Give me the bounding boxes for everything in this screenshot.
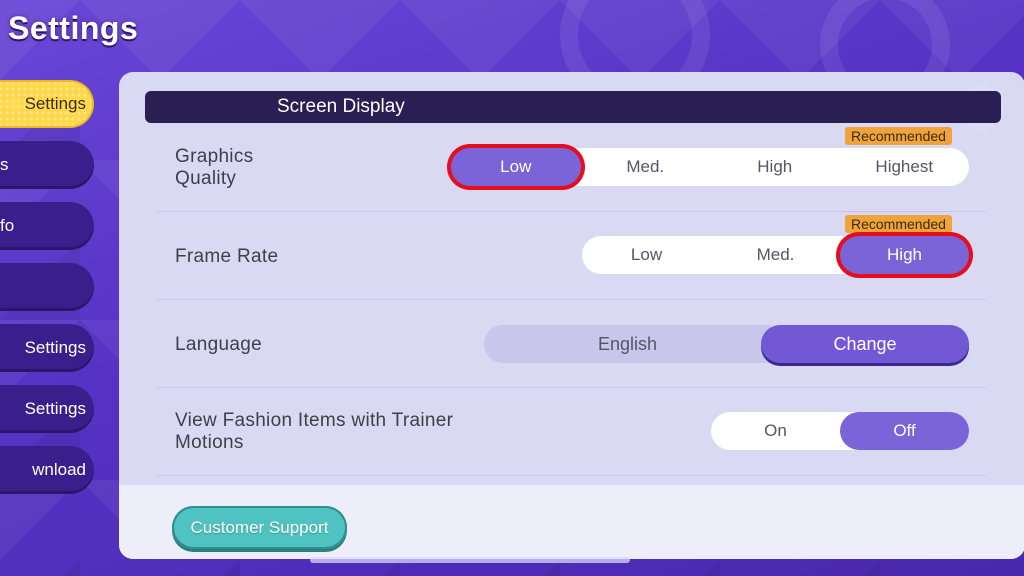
sidebar-item-label: Settings (24, 338, 86, 357)
sidebar-item-settings[interactable]: Settings (0, 80, 94, 128)
frame-rate-label: Frame Rate (175, 246, 279, 267)
graphics-high-option[interactable]: High (710, 148, 840, 186)
sidebar-item-label: wnload (32, 460, 86, 479)
recommended-badge: Recommended (845, 127, 952, 145)
sidebar-item-settings-3[interactable]: Settings (0, 385, 94, 433)
page-title: Settings (8, 10, 139, 46)
section-header-label: Screen Display (277, 96, 405, 117)
graphics-highest-option[interactable]: Highest (840, 148, 970, 186)
sidebar-item-settings-2[interactable]: Settings (0, 324, 94, 372)
sidebar-item-label: Settings (24, 94, 86, 113)
graphics-low-option[interactable]: Low (451, 148, 581, 186)
fashion-items-toggle: On Off (711, 412, 969, 450)
language-value-text: English (597, 333, 658, 354)
sidebar-item-label: s (0, 155, 9, 174)
sidebar-item-2[interactable]: s (0, 141, 94, 189)
sidebar-item-label: Settings (24, 399, 86, 418)
settings-panel: Screen Display Graphics Quality Recommen… (119, 72, 1024, 559)
section-header: Screen Display (145, 91, 1001, 123)
home-indicator[interactable] (310, 557, 630, 563)
sidebar-item-label: fo (0, 216, 15, 235)
sidebar-item-download[interactable]: wnload (0, 446, 94, 494)
graphics-med-option[interactable]: Med. (581, 148, 711, 186)
recommended-badge: Recommended (845, 215, 952, 233)
fashion-items-off-option[interactable]: Off (840, 412, 969, 450)
graphics-quality-selector: Low Med. High Highest (451, 148, 969, 186)
frame-rate-selector: Low Med. High (582, 236, 969, 274)
frame-rate-low-option[interactable]: Low (582, 236, 711, 274)
frame-rate-med-option[interactable]: Med. (711, 236, 840, 274)
customer-support-button[interactable]: Customer Support (172, 506, 347, 549)
language-label: Language (175, 334, 262, 355)
sidebar-item-info[interactable]: fo (0, 202, 94, 250)
graphics-quality-label: Graphics Quality (175, 146, 254, 189)
frame-rate-high-option[interactable]: High (840, 236, 969, 274)
fashion-items-on-option[interactable]: On (711, 412, 840, 450)
change-language-button[interactable]: Change (761, 325, 969, 363)
language-value: English (484, 325, 771, 363)
sidebar-item-4[interactable] (0, 263, 94, 311)
fashion-items-label: View Fashion Items with Trainer Motions (175, 410, 454, 453)
